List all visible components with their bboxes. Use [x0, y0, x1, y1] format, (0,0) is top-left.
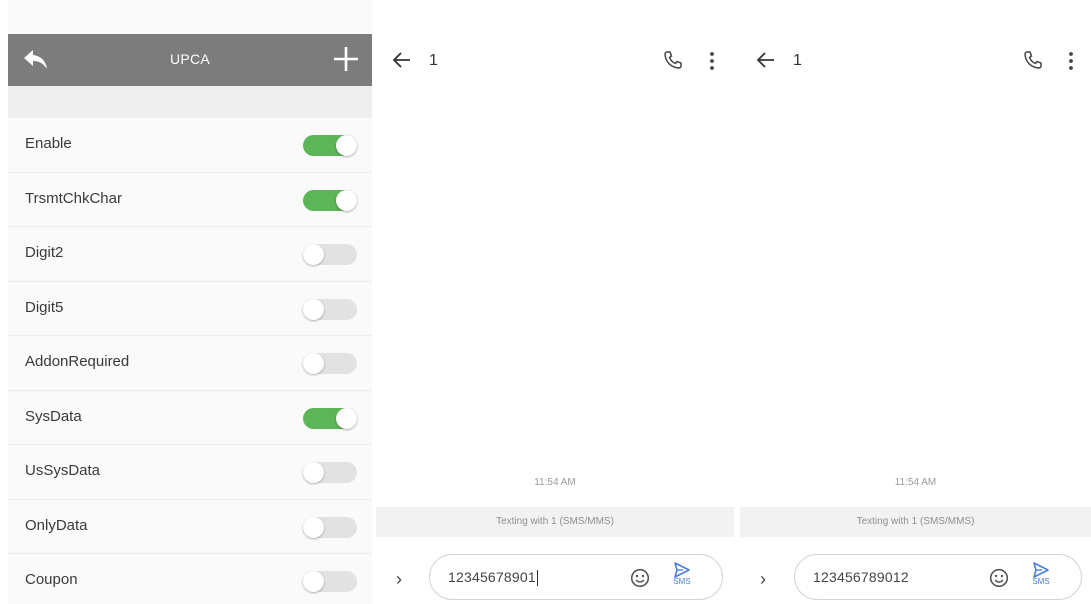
message-input[interactable]: 123456789012 [813, 569, 909, 585]
toggle-switch[interactable] [303, 244, 357, 265]
conversation-panel-2: 1 11:54 AM Texting with 1 (SMS/MMS) › 12… [740, 0, 1091, 604]
compose-field[interactable]: 123456789012 SMS [794, 554, 1082, 600]
phone-icon[interactable] [1023, 50, 1043, 70]
settings-header: UPCA [8, 34, 372, 86]
emoji-icon[interactable] [989, 568, 1009, 588]
settings-row-label: UsSysData [25, 462, 101, 479]
toggle-switch[interactable] [303, 571, 357, 592]
send-label: SMS [673, 577, 691, 586]
toggle-knob [336, 135, 357, 156]
toggle-knob [303, 244, 324, 265]
toggle-knob [303, 298, 324, 320]
settings-row-label: Digit2 [25, 244, 64, 261]
back-arrow-icon[interactable] [392, 51, 412, 69]
settings-row-label: Enable [25, 135, 72, 152]
settings-row-label: Coupon [25, 571, 78, 588]
send-button[interactable]: SMS [1027, 561, 1055, 595]
toggle-switch[interactable] [303, 462, 357, 483]
toggle-switch[interactable] [303, 135, 357, 156]
settings-row-digit2: Digit2 [8, 227, 372, 282]
toggle-knob [303, 353, 324, 374]
toggle-switch[interactable] [303, 189, 357, 211]
toggle-switch[interactable] [303, 516, 357, 538]
settings-list: Enable TrsmtChkChar Digit2 Digit5 AddonR… [8, 118, 372, 604]
settings-title: UPCA [169, 51, 211, 67]
settings-row-label: OnlyData [25, 516, 88, 534]
more-vert-icon[interactable] [708, 50, 716, 72]
toggle-knob [303, 571, 324, 592]
emoji-icon[interactable] [630, 568, 650, 588]
chevron-right-icon[interactable]: › [396, 569, 402, 590]
conversation-title: 1 [793, 52, 802, 69]
settings-row-label: AddonRequired [25, 353, 130, 370]
toggle-switch[interactable] [303, 407, 357, 429]
more-vert-icon[interactable] [1067, 50, 1075, 72]
settings-row-onlydata: OnlyData [8, 500, 372, 554]
settings-spacer [8, 86, 372, 118]
settings-row-sysdata: SysData [8, 391, 372, 445]
settings-row-coupon: Coupon [8, 554, 372, 604]
message-timestamp: 11:54 AM [534, 477, 576, 488]
message-input[interactable]: 12345678901 [448, 569, 538, 587]
settings-row-label: Digit5 [25, 298, 64, 316]
conversation-panel-1: 1 11:54 AM Texting with 1 (SMS/MMS) › 12… [376, 0, 734, 604]
compose-field[interactable]: 12345678901 SMS [429, 554, 723, 600]
send-button[interactable]: SMS [668, 561, 696, 595]
upca-settings-panel: UPCA Enable TrsmtChkChar Digit2 Digit5 A… [8, 0, 372, 604]
toggle-switch[interactable] [303, 298, 357, 320]
back-arrow-icon[interactable] [756, 51, 776, 69]
chevron-right-icon[interactable]: › [760, 569, 766, 590]
send-label: SMS [1032, 577, 1050, 586]
toggle-knob [303, 462, 324, 483]
text-cursor [536, 570, 538, 587]
phone-icon[interactable] [663, 50, 683, 70]
settings-row-trsmtchkchar: TrsmtChkChar [8, 173, 372, 227]
plus-icon[interactable] [332, 44, 360, 74]
texting-status-bar: Texting with 1 (SMS/MMS) [376, 507, 734, 537]
settings-row-addonrequired: AddonRequired [8, 336, 372, 391]
settings-row-digit5: Digit5 [8, 282, 372, 336]
toggle-knob [303, 516, 324, 538]
message-input-text: 123456789012 [813, 569, 909, 585]
message-timestamp: 11:54 AM [894, 477, 937, 488]
message-input-text: 12345678901 [448, 569, 536, 585]
toggle-knob [336, 407, 357, 429]
settings-row-enable: Enable [8, 118, 372, 173]
settings-row-label: TrsmtChkChar [25, 189, 122, 207]
toggle-switch[interactable] [303, 353, 357, 374]
conversation-title: 1 [429, 52, 438, 69]
settings-row-label: SysData [25, 407, 82, 425]
toggle-knob [336, 189, 357, 211]
texting-status-bar: Texting with 1 (SMS/MMS) [740, 507, 1091, 537]
settings-row-ussysdata: UsSysData [8, 445, 372, 500]
